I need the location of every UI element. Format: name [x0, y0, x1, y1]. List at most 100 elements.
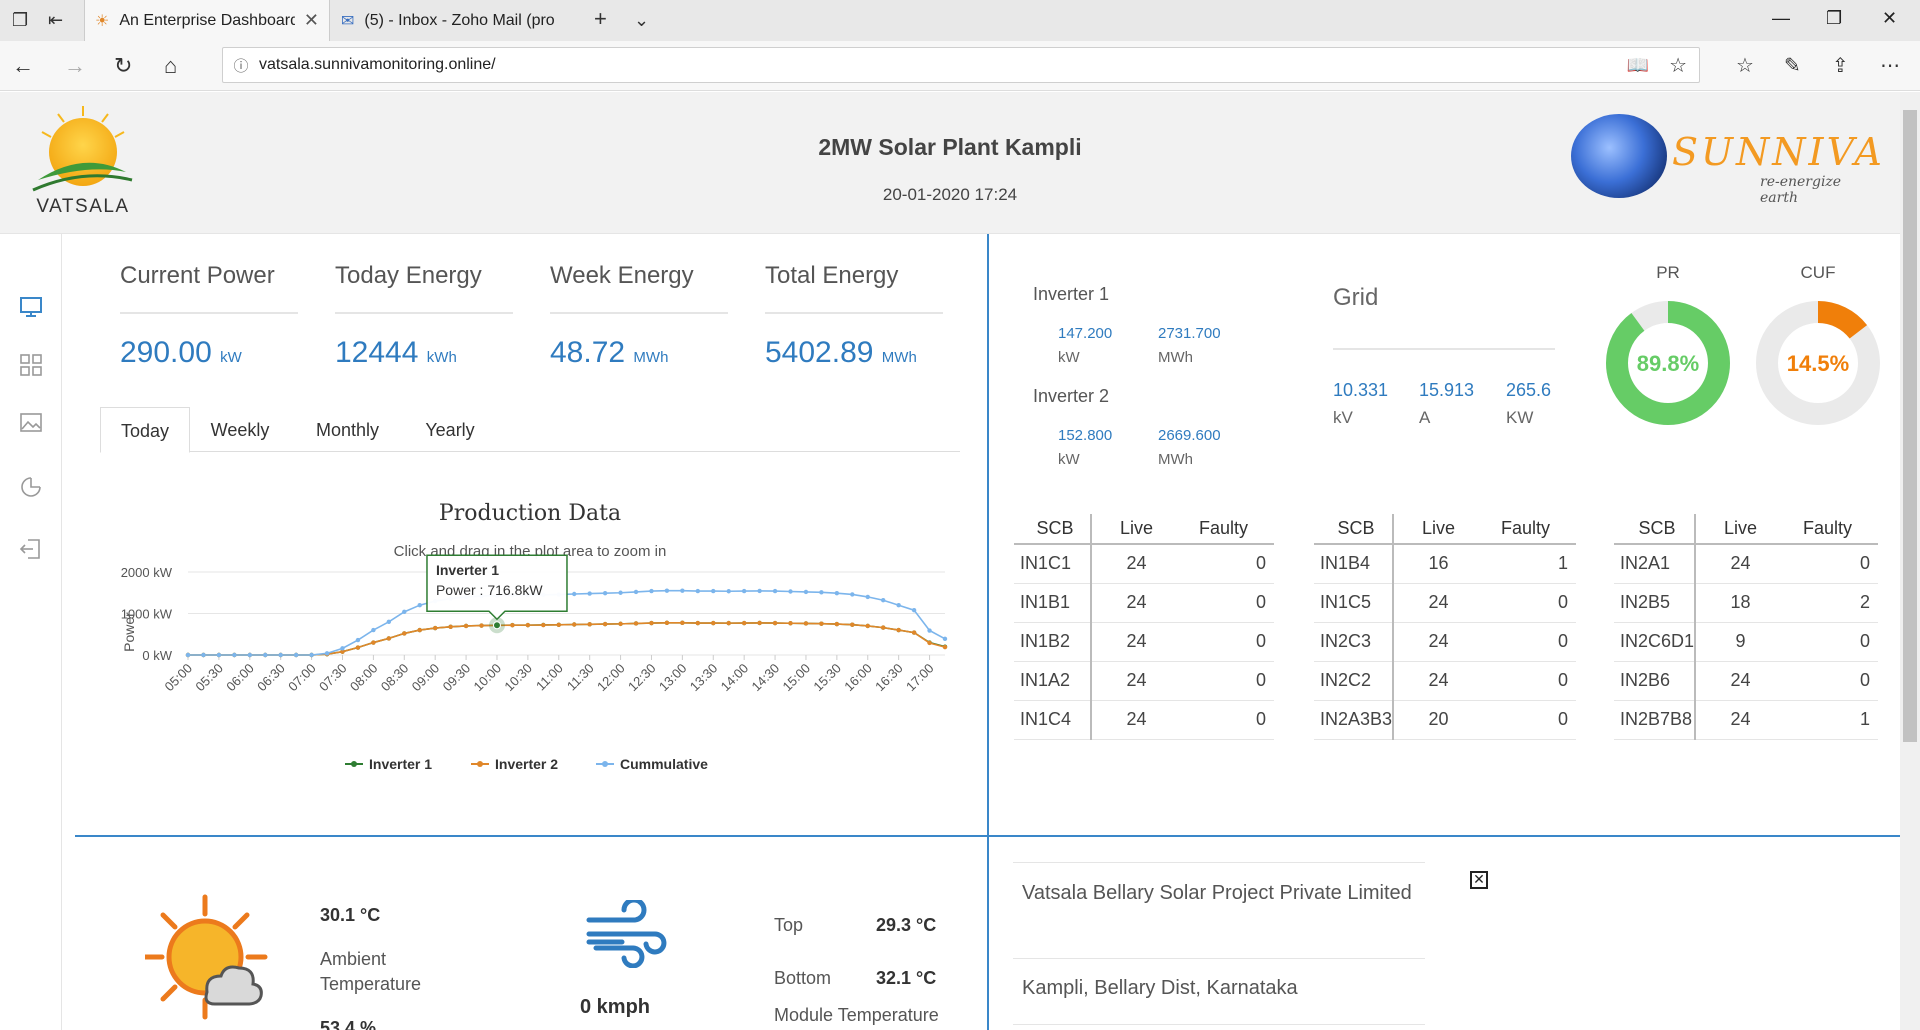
series-point: [263, 652, 268, 658]
tab-yearly[interactable]: Yearly: [405, 407, 495, 453]
scb-header-cell: Live: [1392, 514, 1484, 545]
scb-header-cell: Faulty: [1181, 514, 1274, 545]
scb-cell: 0: [1181, 544, 1274, 584]
set-aside-tabs-icon[interactable]: ⇤: [48, 10, 63, 31]
tab-today[interactable]: Today: [100, 407, 190, 453]
share-icon[interactable]: ⇪: [1832, 53, 1849, 78]
reading-view-icon[interactable]: 📖: [1627, 55, 1649, 76]
new-tab-icon[interactable]: +: [594, 6, 607, 32]
tab-weekly[interactable]: Weekly: [195, 407, 285, 453]
kpi-current-power: Current Power 290.00 kW: [120, 262, 300, 370]
series-point: [232, 652, 237, 658]
chart-x-tick-label: 09:30: [440, 661, 474, 695]
production-chart[interactable]: Production Data Click and drag in the pl…: [100, 492, 960, 792]
scb-header-row: SCB Live Faulty: [1314, 514, 1577, 545]
tab-dashboard[interactable]: ☀ An Enterprise Dashboard ✕: [84, 0, 330, 41]
refresh-icon[interactable]: ↻: [114, 53, 132, 79]
scb-cell: 24: [1694, 544, 1786, 584]
series-point: [618, 590, 623, 595]
series-point: [417, 603, 422, 608]
kpi-unit: MWh: [633, 349, 669, 366]
series-point: [664, 588, 670, 593]
scb-row: IN2B6 24 0: [1614, 661, 1879, 701]
grid-underline: [1333, 348, 1555, 350]
series-point: [618, 621, 623, 627]
series-point: [556, 622, 561, 627]
scb-header-cell: Live: [1694, 514, 1786, 545]
image-icon[interactable]: [18, 410, 44, 436]
tab-monthly[interactable]: Monthly: [295, 407, 400, 453]
series-point: [386, 619, 392, 624]
inverter-1-title: Inverter 1: [1033, 284, 1110, 304]
scb-cell: 24: [1392, 622, 1484, 662]
scb-cell: IN1C4: [1014, 700, 1091, 740]
chart-x-tick-label: 14:30: [749, 661, 783, 695]
series-line-0: [188, 622, 946, 656]
ambient-temperature-value: 30.1 °C: [320, 905, 381, 925]
legend-item[interactable]: Inverter 1: [369, 756, 432, 772]
scb-cell: 0: [1181, 700, 1274, 740]
dashboard-page: VATSALA 2MW Solar Plant Kampli 20-01-202…: [0, 92, 1900, 1030]
series-point: [803, 589, 809, 595]
series-point: [572, 591, 577, 597]
series-point: [448, 624, 453, 629]
scb-header-cell: Faulty: [1785, 514, 1879, 545]
scb-cell: 24: [1694, 661, 1786, 701]
legend-item[interactable]: Inverter 2: [495, 756, 558, 772]
close-tab-icon[interactable]: ✕: [304, 10, 319, 31]
series-point: [602, 590, 608, 596]
cuf-gauge-value: 14.5%: [1787, 351, 1849, 376]
legend-item[interactable]: Cummulative: [620, 756, 708, 772]
scb-row: IN2A1 24 0: [1614, 544, 1879, 584]
minimize-icon[interactable]: —: [1772, 8, 1790, 29]
forward-icon[interactable]: →: [64, 53, 86, 79]
monitor-icon[interactable]: [18, 294, 44, 320]
series-point: [216, 652, 222, 658]
module-top-label: Top: [774, 915, 804, 935]
page-scrollbar[interactable]: [1900, 92, 1920, 1030]
chart-x-ticks: 05:0005:3006:0006:3007:0007:3008:0008:30…: [162, 655, 937, 694]
chart-x-tick-label: 14:00: [718, 661, 752, 695]
scb-cell: 0: [1181, 622, 1274, 662]
favorite-star-icon[interactable]: ☆: [1669, 53, 1687, 78]
tab-list-chevron-icon[interactable]: ⌄: [634, 10, 649, 31]
scb-row: IN1B1 24 0: [1014, 583, 1274, 623]
kpi-underline: [335, 312, 513, 314]
chart-x-tick-label: 05:30: [192, 661, 226, 695]
close-icon[interactable]: ✕: [1470, 871, 1488, 889]
tab-actions-icon[interactable]: ❐: [12, 10, 28, 31]
tab-zoho-mail[interactable]: ✉ (5) - Inbox - Zoho Mail (pro: [331, 0, 577, 41]
series-point: [942, 636, 948, 642]
series-point: [865, 594, 870, 600]
series-point: [695, 620, 701, 626]
inverter-2-power-unit: kW: [1058, 451, 1080, 468]
close-window-icon[interactable]: ✕: [1882, 8, 1897, 29]
more-icon[interactable]: ⋯: [1880, 53, 1900, 78]
series-point: [324, 651, 330, 656]
back-icon[interactable]: ←: [12, 53, 34, 79]
url-input[interactable]: ⓘ vatsala.sunnivamonitoring.online/ 📖 ☆: [222, 47, 1700, 83]
tooltip-point: [492, 621, 501, 630]
kpi-underline: [765, 312, 943, 314]
series-point: [772, 588, 778, 594]
logout-icon[interactable]: [18, 536, 44, 562]
scrollbar-thumb[interactable]: [1903, 110, 1917, 742]
grid-voltage: 10.331: [1333, 380, 1389, 400]
site-info-icon[interactable]: ⓘ: [223, 55, 259, 76]
address-divider: [1013, 1024, 1425, 1025]
scb-cell: 1: [1483, 544, 1577, 584]
series-point: [432, 625, 438, 631]
scb-cell: 24: [1090, 583, 1181, 623]
chart-x-tick-label: 09:00: [409, 661, 443, 695]
series-point: [911, 630, 917, 635]
kpi-week-energy: Week Energy 48.72 MWh: [550, 262, 730, 370]
pie-chart-icon[interactable]: [18, 474, 44, 500]
pr-label: PR: [1656, 263, 1680, 282]
inverter-2-energy-unit: MWh: [1158, 451, 1193, 468]
grid-icon[interactable]: [18, 352, 44, 378]
home-icon[interactable]: ⌂: [164, 53, 177, 79]
series-point: [881, 598, 886, 603]
favorites-icon[interactable]: ☆: [1736, 53, 1754, 78]
maximize-icon[interactable]: ❐: [1826, 8, 1842, 29]
pen-icon[interactable]: ✎: [1784, 53, 1801, 78]
